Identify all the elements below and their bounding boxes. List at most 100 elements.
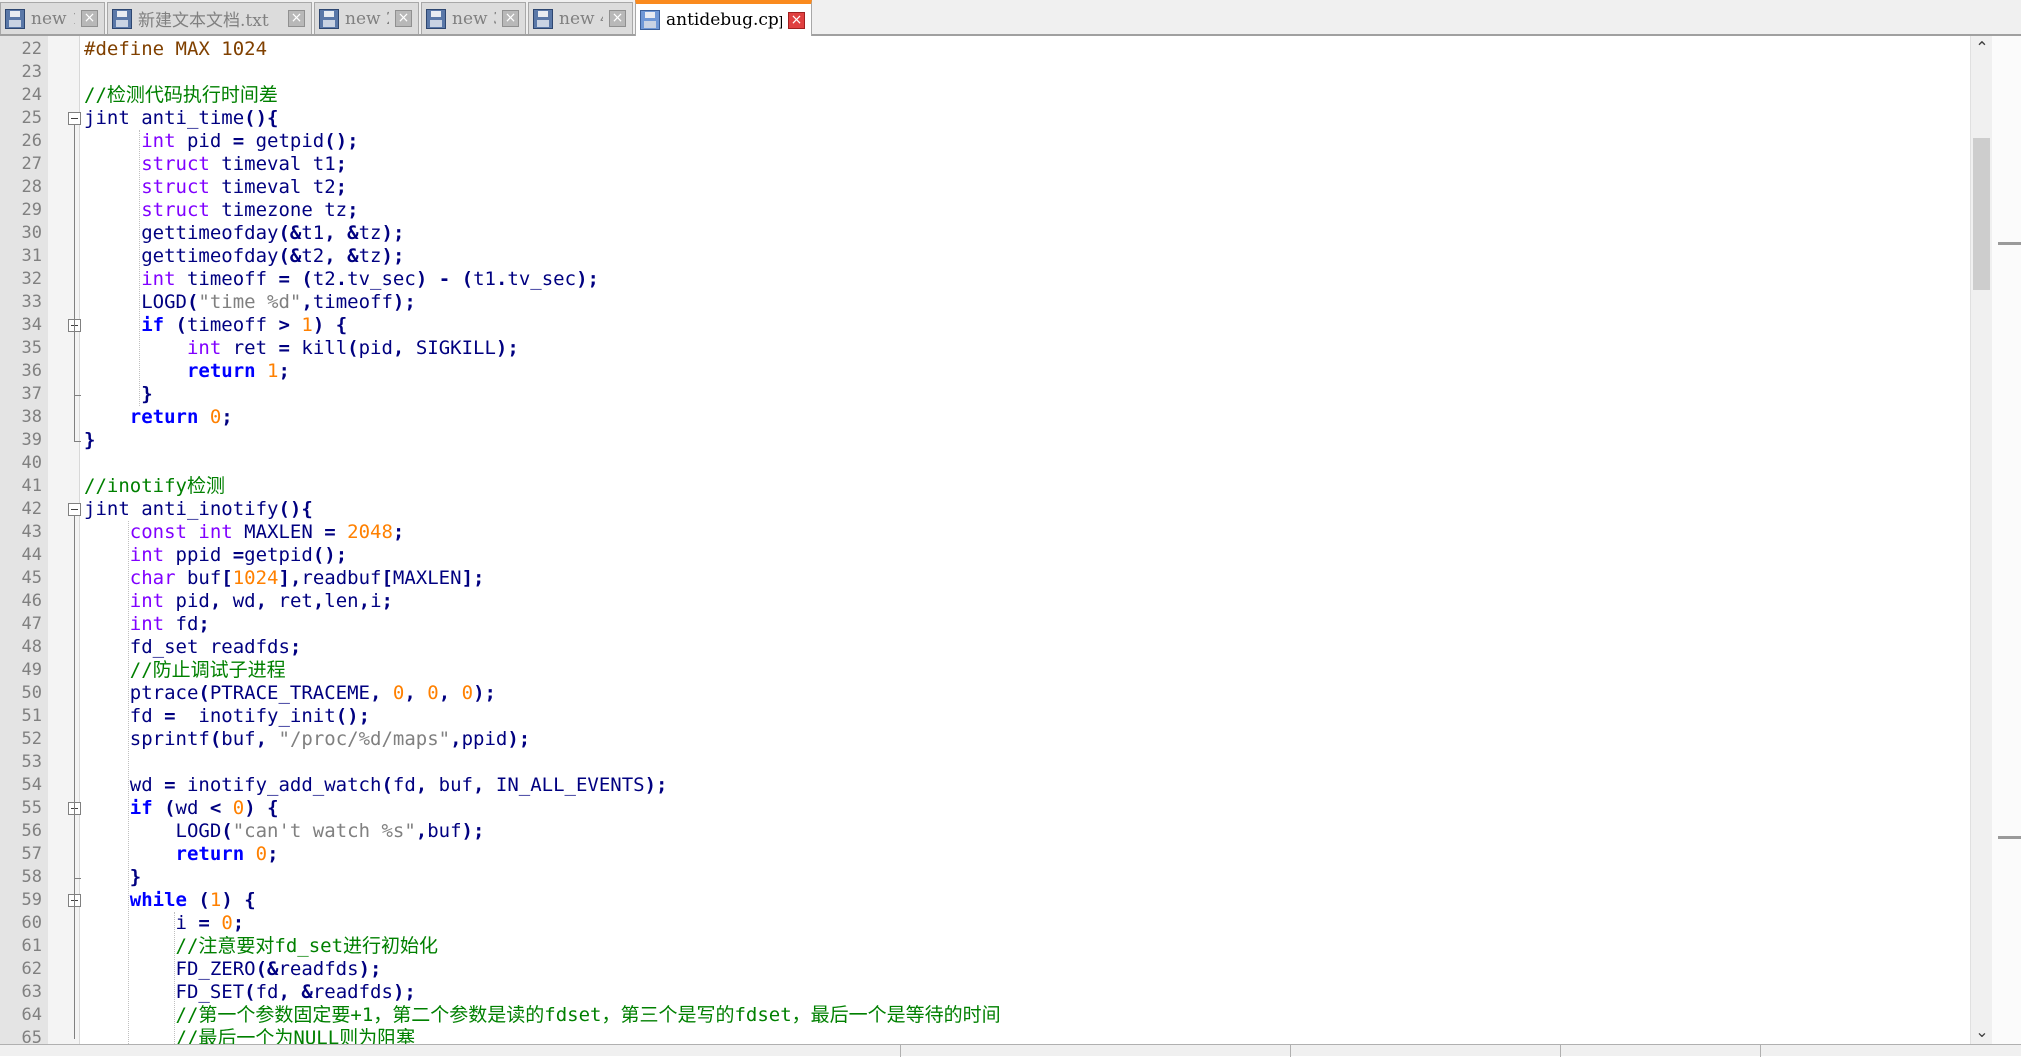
tab-5[interactable]: antidebug.cpp ×: [635, 0, 812, 36]
code-token: if: [129, 797, 153, 819]
code-token: (: [301, 268, 313, 290]
code-token: fd: [255, 981, 279, 1003]
code-token: readfds: [278, 958, 359, 980]
code-token: );: [644, 774, 668, 796]
code-line: const int MAXLEN = 2048;: [130, 521, 405, 544]
code-token: 1: [209, 889, 222, 911]
line-number: 31: [21, 246, 42, 266]
code-token: (: [461, 268, 474, 290]
fold-toggle-icon[interactable]: [68, 503, 81, 516]
code-token: timeoff: [186, 314, 279, 336]
indent-guide: [173, 912, 175, 1044]
floppy-disk-icon: [426, 8, 446, 29]
code-token: =: [324, 521, 336, 543]
code-token: int: [141, 130, 176, 152]
close-icon[interactable]: ×: [788, 11, 805, 29]
scroll-down-icon[interactable]: ⌄: [1971, 1020, 1993, 1044]
code-token: ;: [198, 613, 210, 635]
indent-guide: [127, 521, 129, 1044]
code-token: t2: [312, 268, 336, 290]
code-token: ret: [267, 590, 313, 612]
code-line: //inotify检测: [84, 475, 225, 498]
code-token: );: [576, 268, 599, 290]
code-token: ,: [301, 291, 313, 313]
code-token: ;: [347, 199, 359, 221]
code-token: pid: [164, 590, 210, 612]
fold-end: [74, 395, 81, 396]
code-token: gettimeofday: [141, 222, 279, 244]
code-token: int: [129, 544, 165, 566]
line-number: 54: [21, 775, 42, 795]
line-number: 53: [21, 752, 42, 772]
line-number: 60: [21, 913, 42, 933]
code-line: gettimeofday(&t2, &tz);: [141, 245, 404, 268]
code-line: LOGD("time %d",timeoff);: [141, 291, 416, 314]
code-token: 0: [392, 682, 405, 704]
code-token: ,: [255, 728, 268, 750]
line-number: 61: [21, 936, 42, 956]
code-token: =: [232, 544, 245, 566]
close-icon[interactable]: ×: [609, 10, 626, 27]
close-icon[interactable]: ×: [502, 10, 519, 27]
code-token: ,: [450, 728, 462, 750]
vertical-scrollbar[interactable]: ⌃ ⌄: [1970, 36, 1992, 1044]
code-token: );: [392, 981, 416, 1003]
code-line: return 0;: [176, 843, 279, 866]
line-number: 32: [21, 269, 42, 289]
fold-toggle-icon[interactable]: [68, 112, 81, 125]
line-number: 59: [21, 890, 42, 910]
line-number: 64: [21, 1005, 42, 1025]
scroll-up-icon[interactable]: ⌃: [1971, 36, 1993, 60]
line-number: 36: [21, 361, 42, 381]
tab-4[interactable]: new 4 ×: [528, 2, 633, 34]
tab-1[interactable]: 新建文本文档.txt ×: [107, 2, 312, 34]
line-number: 22: [21, 39, 42, 59]
code-token: buf: [427, 820, 462, 842]
code-editor[interactable]: #define MAX 1024 //检测代码执行时间差 jint anti_tim…: [84, 36, 1964, 1044]
code-token: (){: [278, 498, 313, 520]
fold-line: [74, 815, 75, 878]
code-token: sprintf: [129, 728, 210, 750]
code-token: kill: [289, 337, 348, 359]
line-number: 33: [21, 292, 42, 312]
close-icon[interactable]: ×: [395, 10, 412, 27]
line-number: 43: [21, 522, 42, 542]
code-line: }: [141, 383, 152, 406]
code-token: ;: [335, 153, 348, 175]
code-line: FD_SET(fd, &readfds);: [176, 981, 416, 1004]
code-token: getpid: [244, 544, 313, 566]
close-icon[interactable]: ×: [288, 10, 305, 27]
scrollbar-thumb[interactable]: [1973, 138, 1990, 290]
line-number: 50: [21, 683, 42, 703]
code-token: //最后一个为NULL则为阻塞: [175, 1027, 416, 1044]
tab-3[interactable]: new 3 ×: [421, 2, 526, 34]
code-token: ret: [221, 337, 279, 359]
code-line: //第一个参数固定要+1，第二个参数是读的fdset，第三个是写的fdset，最…: [176, 1004, 1001, 1027]
line-number: 38: [21, 407, 42, 427]
code-line: LOGD("can't watch %s",buf);: [176, 820, 485, 843]
code-token: LOGD: [175, 820, 222, 842]
code-line: FD_ZERO(&readfds);: [176, 958, 382, 981]
code-token: ): [221, 889, 233, 911]
line-number: 37: [21, 384, 42, 404]
close-icon[interactable]: ×: [81, 10, 98, 27]
code-token: timeoff: [312, 291, 393, 313]
code-token: {: [267, 797, 279, 819]
tab-0[interactable]: new 1 ×: [0, 2, 105, 34]
code-line: //防止调试子进程: [130, 659, 286, 682]
code-token: [: [381, 567, 393, 589]
tab-2[interactable]: new 2 ×: [314, 2, 419, 34]
code-line: struct timezone tz;: [141, 199, 358, 222]
code-token: t1: [301, 222, 325, 244]
line-number: 25: [21, 108, 42, 128]
code-token: );: [381, 222, 405, 244]
line-number: 46: [21, 591, 42, 611]
fold-line: [74, 332, 75, 395]
code-token: 1024: [232, 567, 279, 589]
